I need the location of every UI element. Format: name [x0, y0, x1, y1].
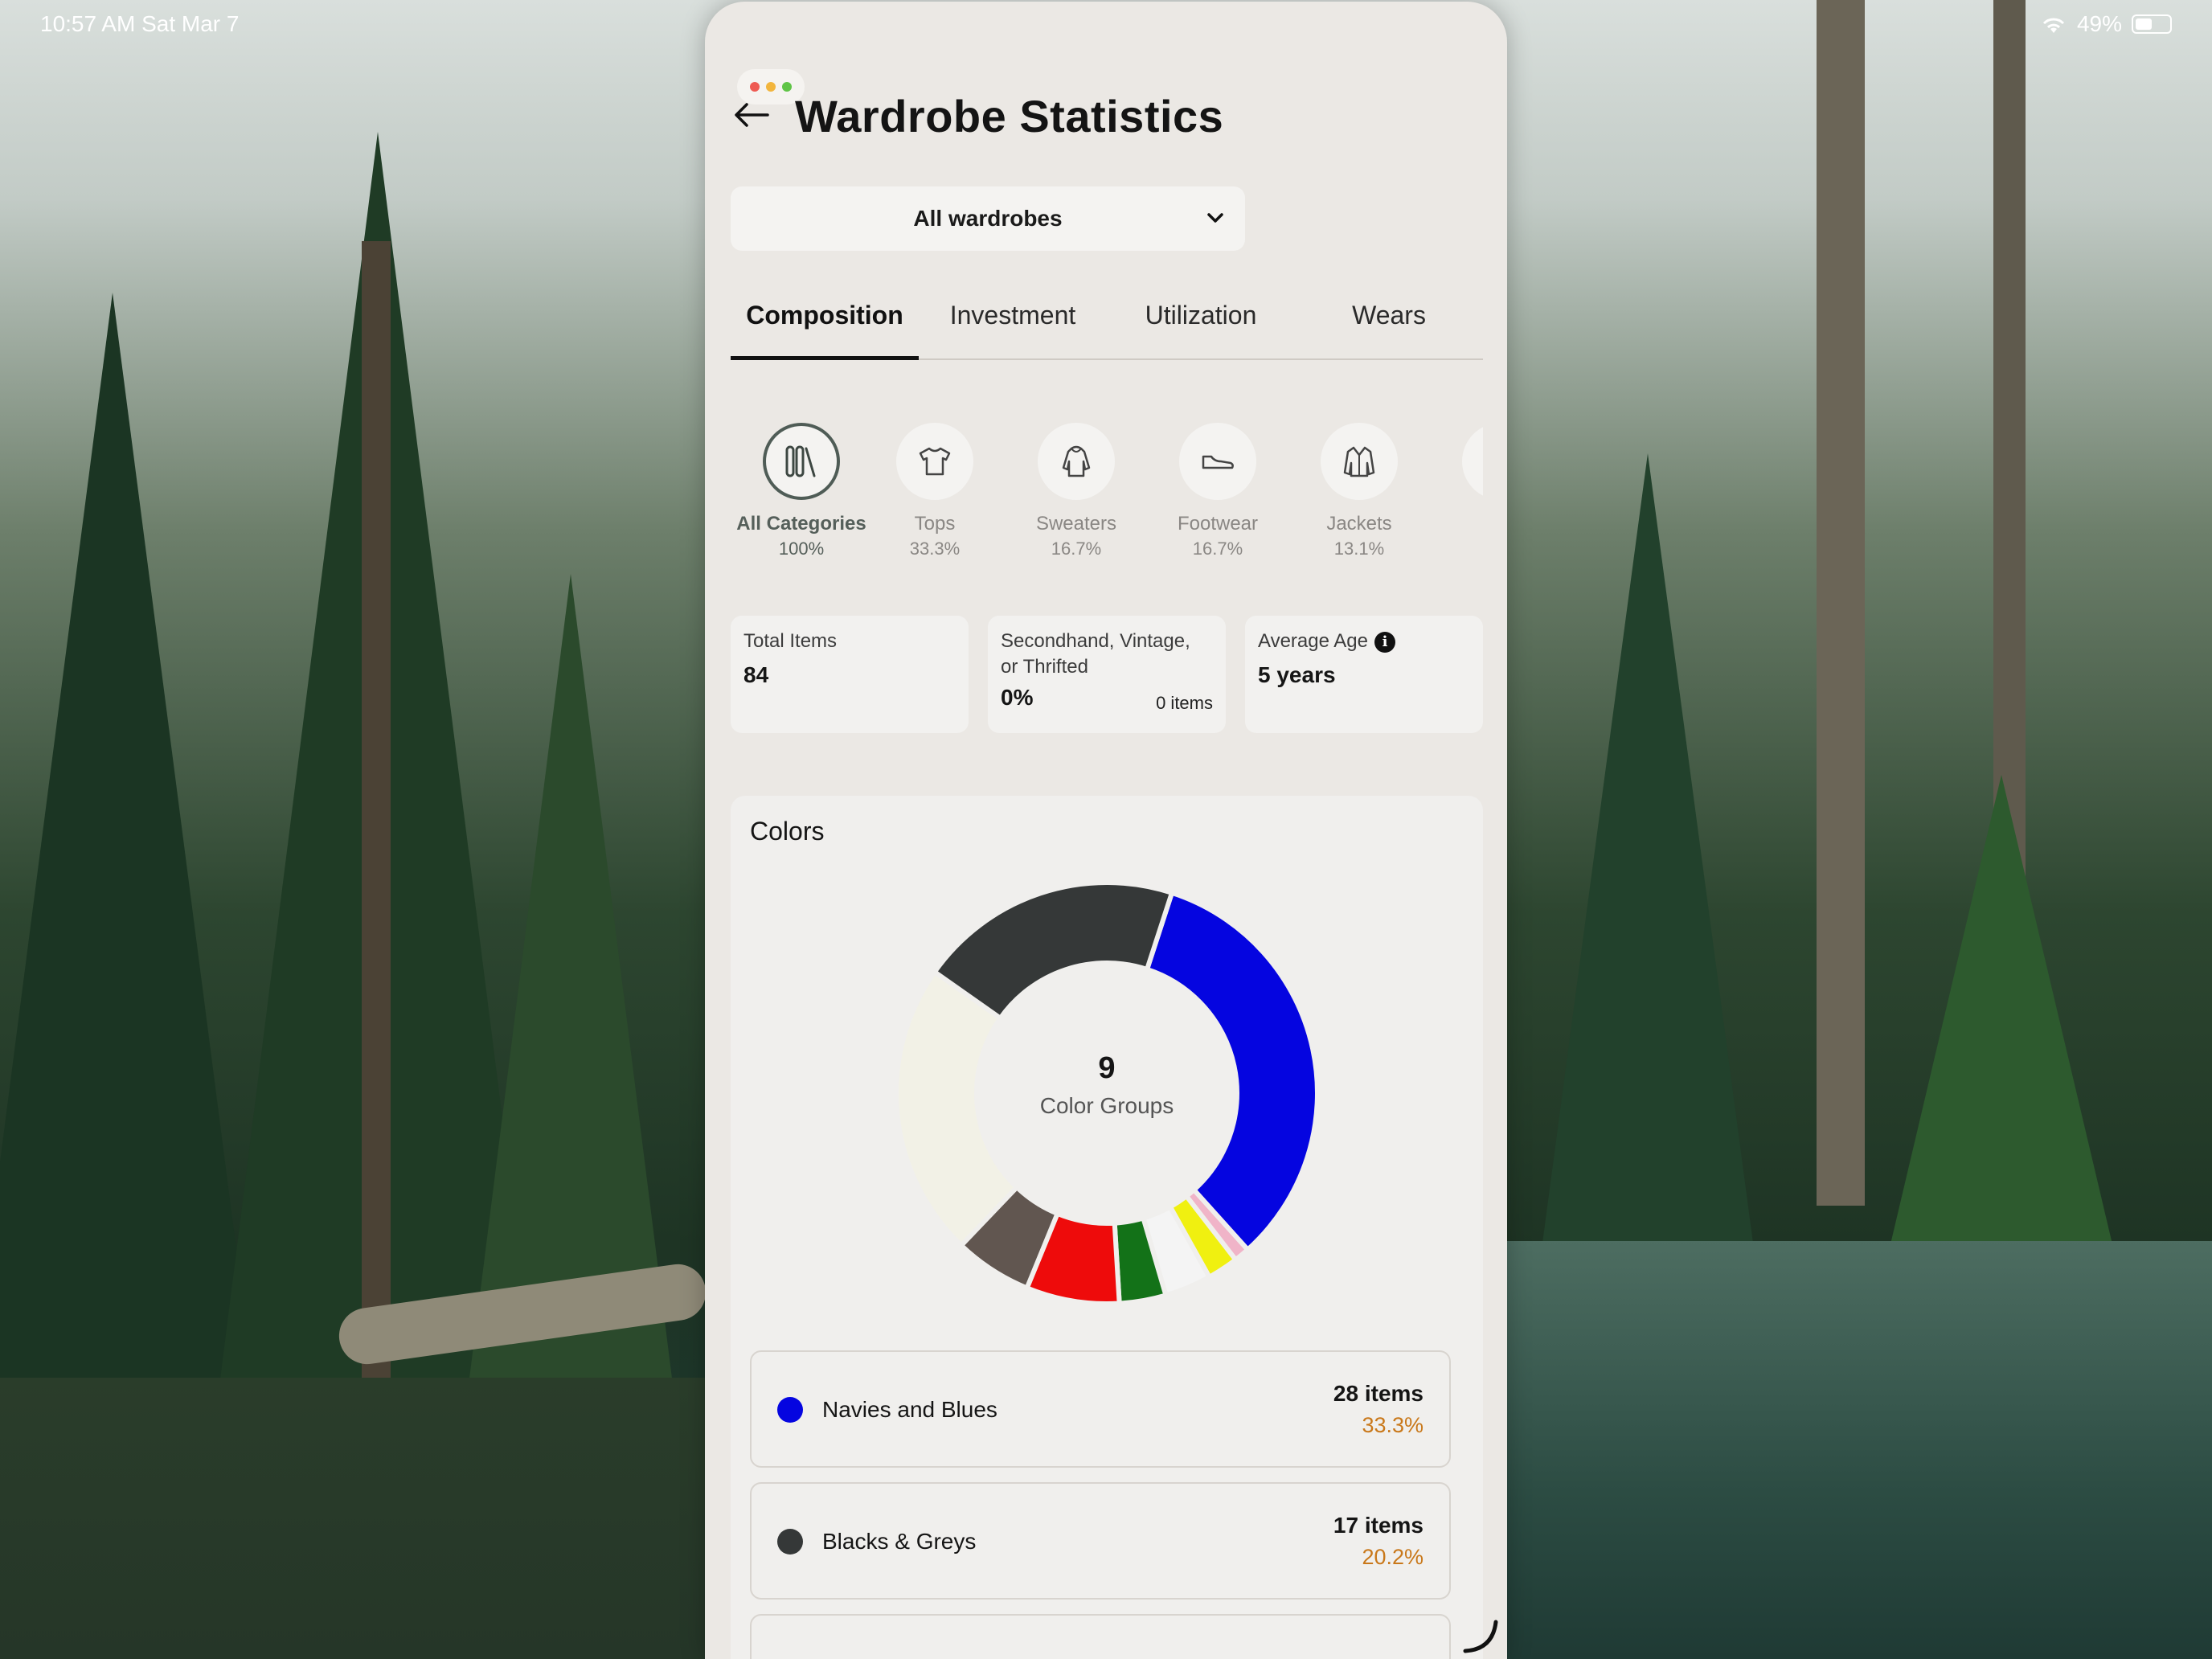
- legend-percent: 20.2%: [1362, 1545, 1423, 1569]
- battery-percent: 49%: [2076, 11, 2122, 36]
- category-footwear[interactable]: Footwear 16.7%: [1147, 423, 1288, 559]
- category-jackets-circle: [1321, 423, 1398, 500]
- legend-color-dot: [777, 1397, 803, 1423]
- wifi-icon: [2042, 18, 2065, 33]
- status-time: 10:57 AM Sat Mar 7: [40, 11, 240, 36]
- legend-row[interactable]: Blacks & Greys 17 items 20.2%: [750, 1482, 1451, 1600]
- category-percent: 16.7%: [1051, 539, 1102, 559]
- category-footwear-circle: [1179, 423, 1256, 500]
- tab-wears[interactable]: Wears: [1295, 283, 1483, 358]
- donut-center-count: 9: [1098, 1051, 1116, 1085]
- legend-count: 28 items: [1333, 1381, 1423, 1406]
- legend-count: 17 items: [1333, 1513, 1423, 1538]
- minimize-dot-icon[interactable]: [766, 82, 776, 92]
- stats-tabs: Composition Investment Utilization Wears: [731, 283, 1483, 360]
- category-label: Tops: [914, 513, 956, 535]
- wardrobe-select[interactable]: All wardrobes: [731, 186, 1245, 251]
- secondhand-label: Secondhand, Vintage, or Thrifted: [1001, 630, 1190, 678]
- category-tops-circle: [896, 423, 973, 500]
- tree-trunk: [362, 241, 391, 1382]
- category-label: All Categories: [736, 513, 866, 535]
- category-sweaters-circle: [1038, 423, 1115, 500]
- legend-name: Navies and Blues: [822, 1397, 997, 1422]
- category-percent: 16.7%: [1192, 539, 1243, 559]
- status-icons: 49%: [2040, 11, 2172, 37]
- category-all-circle: [763, 423, 840, 500]
- hangers-icon: [785, 445, 816, 477]
- secondhand-count: 0 items: [1156, 693, 1213, 713]
- color-donut-chart: 9 Color Groups: [890, 876, 1324, 1310]
- wardrobe-select-value: All wardrobes: [913, 206, 1063, 231]
- colors-title: Colors: [750, 817, 825, 846]
- donut-slice[interactable]: [931, 880, 1175, 1022]
- category-percent: 13.1%: [1333, 539, 1385, 559]
- category-label: Sw: [1430, 513, 1483, 535]
- category-label: Sweaters: [1035, 513, 1117, 535]
- tab-composition[interactable]: Composition: [731, 283, 919, 360]
- category-label: Footwear: [1177, 513, 1259, 535]
- tshirt-icon: [919, 447, 951, 476]
- category-jackets[interactable]: Jackets 13.1%: [1288, 423, 1430, 559]
- jacket-icon: [1343, 446, 1375, 477]
- river-water: [1503, 1241, 2212, 1659]
- category-label: Jackets: [1326, 513, 1392, 535]
- legend-name: Blacks & Greys: [822, 1529, 977, 1554]
- back-button[interactable]: [731, 95, 772, 135]
- category-partial[interactable]: Sw: [1430, 423, 1483, 535]
- category-percent: 33.3%: [909, 539, 961, 559]
- resize-handle-icon[interactable]: [1462, 1617, 1499, 1654]
- category-all[interactable]: All Categories 100%: [731, 423, 872, 559]
- app-window: Wardrobe Statistics All wardrobes Compos…: [705, 2, 1507, 1659]
- shoe-icon: [1202, 455, 1234, 469]
- legend-row-partial[interactable]: [750, 1614, 1451, 1659]
- category-scroller[interactable]: All Categories 100% Tops 33.3% Sweaters …: [731, 423, 1483, 567]
- total-items-label: Total Items: [743, 630, 838, 652]
- average-age-label-row: Average Age i: [1258, 629, 1470, 654]
- colors-card: Colors 9 Color Groups Navies and Blues 2…: [731, 796, 1483, 1659]
- pond-water: [0, 1378, 707, 1659]
- legend-row[interactable]: Navies and Blues 28 items 33.3%: [750, 1350, 1451, 1468]
- arrow-left-icon: [735, 103, 769, 127]
- total-items-value: 84: [743, 662, 769, 687]
- sweater-icon: [1062, 445, 1091, 477]
- secondhand-card: Secondhand, Vintage, or Thrifted 0% 0 it…: [988, 616, 1226, 733]
- total-items-card: Total Items 84: [731, 616, 969, 733]
- average-age-card: Average Age i 5 years: [1245, 616, 1483, 733]
- tab-investment[interactable]: Investment: [919, 283, 1107, 358]
- category-tops[interactable]: Tops 33.3%: [864, 423, 1006, 559]
- legend-percent: 33.3%: [1362, 1413, 1423, 1437]
- page-title: Wardrobe Statistics: [795, 91, 1224, 141]
- average-age-label: Average Age: [1258, 630, 1369, 652]
- legend-color-dot: [777, 1529, 803, 1555]
- chevron-down-icon: [1207, 213, 1223, 223]
- category-sweaters[interactable]: Sweaters 16.7%: [1006, 423, 1147, 559]
- category-partial-circle: [1462, 423, 1483, 500]
- info-icon[interactable]: i: [1374, 631, 1396, 653]
- tab-utilization[interactable]: Utilization: [1107, 283, 1295, 358]
- close-dot-icon[interactable]: [750, 82, 760, 92]
- battery-icon: [2132, 14, 2172, 34]
- average-age-value: 5 years: [1258, 662, 1336, 687]
- donut-center-label: Color Groups: [1039, 1093, 1174, 1118]
- maximize-dot-icon[interactable]: [782, 82, 792, 92]
- category-percent: 100%: [778, 539, 825, 559]
